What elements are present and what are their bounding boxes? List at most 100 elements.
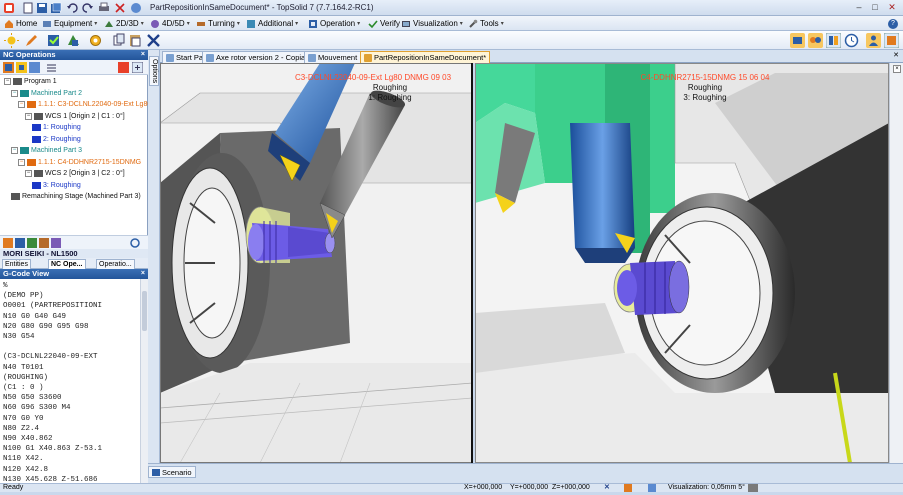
left-panel: NC Operations × − Program 1− Machined Part… [0, 50, 148, 483]
tree-node-label: 1.1.1: C3-DCLNL22040-09-Ext Lg80 DNMG [38, 101, 148, 108]
new-icon[interactable] [22, 2, 34, 14]
tree-toggle-icon[interactable]: − [11, 89, 18, 97]
menu-additional[interactable]: Additional ▾ [244, 17, 300, 30]
machine-stock-icon[interactable] [27, 238, 37, 248]
redo-icon[interactable] [82, 2, 94, 14]
tree-toggle-icon[interactable]: − [25, 112, 32, 120]
gear-check-icon[interactable] [88, 33, 103, 48]
menu-visualization[interactable]: Visualization ▾ [399, 17, 465, 30]
tree-node[interactable]: 2: Roughing [32, 135, 81, 144]
tree-toggle-icon[interactable]: − [4, 78, 11, 85]
machine-config-icon[interactable] [3, 238, 13, 248]
menu-tools[interactable]: Tools ▾ [466, 17, 506, 30]
gcode-view-close-button[interactable]: × [141, 269, 145, 279]
options-tab[interactable]: Options [149, 56, 159, 86]
tree-toggle-icon[interactable]: − [18, 158, 25, 166]
gcode-line: % [3, 282, 8, 290]
maximize-button[interactable]: □ [868, 1, 882, 14]
menu-2d3d[interactable]: 2D/3D ▾ [102, 17, 146, 30]
tree-node[interactable]: − WCS 1 [Origin 2 | C1 : 0°] [25, 112, 125, 121]
print-icon[interactable] [98, 2, 110, 14]
viewport-left-op-line1: Roughing [372, 83, 408, 92]
tab-part-reposition[interactable]: PartRepositionInSameDocument* [360, 51, 491, 63]
tree-node[interactable]: − Program 1 [4, 77, 57, 86]
tree-node[interactable]: − WCS 2 [Origin 3 | C2 : 0°] [25, 169, 125, 178]
pencil-icon[interactable] [24, 33, 39, 48]
gcode-view[interactable]: % (DEMO PP) O0001 (PARTREPOSITIONI N10 G0 G… [0, 279, 140, 483]
menu-4d5d[interactable]: 4D/5D ▾ [148, 17, 192, 30]
tab-scenario[interactable]: Scenario [148, 466, 196, 478]
clock-icon[interactable] [844, 33, 859, 48]
tab-nc-operations[interactable]: NC Ope... [48, 259, 86, 269]
machine-tool-icon[interactable] [15, 238, 25, 248]
check-document-icon[interactable] [46, 33, 61, 48]
tree-node[interactable]: − 1.1.1: C3-DCLNL22040-09-Ext Lg80 DNMG [18, 100, 148, 109]
tree-node[interactable]: 3: Roughing [32, 181, 81, 190]
menu-verify[interactable]: Verify [366, 17, 402, 30]
tree-toggle-icon[interactable]: − [11, 147, 18, 154]
tree-node[interactable]: − Machined Part 2 [11, 89, 82, 98]
tree-expand-icon[interactable] [132, 62, 143, 73]
tab-operations[interactable]: Operatio... [96, 259, 135, 269]
help-button[interactable]: ? [886, 17, 900, 30]
tree-node[interactable]: 1: Roughing [32, 123, 81, 132]
app-logo-icon[interactable] [3, 2, 15, 14]
gcode-scrollbar[interactable] [140, 279, 148, 483]
viewport-left[interactable]: C3-DCLNL22040-09-Ext Lg80 DNMG 09 03 Rou… [160, 63, 473, 463]
menu-operation[interactable]: Operation ▾ [306, 17, 362, 30]
viewport-right[interactable]: C4-DDHNR2715-15DNMG 15 06 04 Roughing 3:… [475, 63, 889, 463]
tree-node[interactable]: − 1.1.1: C4-DDHNR2715-15DNMG [18, 158, 141, 167]
close-button[interactable]: ✕ [885, 1, 899, 14]
tree-toggle-icon[interactable]: − [18, 101, 25, 108]
verify-icon [368, 19, 378, 28]
chevron-down-icon: ▾ [236, 21, 240, 27]
shape-icon[interactable] [66, 33, 81, 48]
tab-axe-rotor[interactable]: Axe rotor version 2 - Copia [202, 51, 310, 63]
gcode-line: N80 Z2.4 [3, 424, 40, 433]
tree-list-icon[interactable] [46, 62, 57, 73]
tab-entities[interactable]: Entities [2, 259, 31, 269]
paste-icon[interactable] [128, 33, 143, 48]
layout-icon[interactable] [826, 33, 841, 48]
delete-icon[interactable] [146, 33, 161, 48]
document-icon [364, 53, 372, 62]
menu-home[interactable]: Home [2, 17, 39, 30]
viewport-right-tool-label: C4-DDHNR2715-15DNMG 15 06 04 [640, 73, 770, 82]
tree-node[interactable]: Remachining Stage (Machined Part 3) [11, 192, 141, 201]
lathe-scene-left [160, 63, 471, 463]
tree-node[interactable]: − Machined Part 3 [11, 146, 82, 155]
delete-icon[interactable] [114, 2, 126, 14]
multi-view-icon[interactable] [808, 33, 823, 48]
tree-filter-icon[interactable] [16, 62, 27, 73]
menu-equipment[interactable]: Equipment ▾ [40, 17, 99, 30]
tools-icon [469, 19, 478, 28]
copy-icon[interactable] [112, 33, 127, 48]
tree-operations-icon[interactable] [3, 62, 14, 73]
machine-fixture-icon[interactable] [51, 238, 61, 248]
gcode-scroll-thumb[interactable] [142, 291, 147, 331]
tabs-close-icon[interactable]: ✕ [893, 51, 899, 59]
sun-icon[interactable] [4, 33, 19, 48]
tab-nc-operations-label: NC Ope... [51, 261, 83, 268]
minimize-button[interactable]: – [852, 1, 866, 14]
viewport-left-op-line2: 1: Roughing [368, 93, 412, 102]
tree-move-icon[interactable] [118, 62, 129, 73]
settings-icon[interactable] [884, 33, 899, 48]
view-mode-icon[interactable] [790, 33, 805, 48]
menu-turning[interactable]: Turning ▾ [194, 17, 242, 30]
machine-part-icon[interactable] [39, 238, 49, 248]
tree-toggle-icon[interactable]: − [25, 170, 32, 177]
save-icon[interactable] [36, 2, 48, 14]
undo-icon[interactable] [66, 2, 78, 14]
user-icon[interactable] [866, 33, 881, 48]
machine-refresh-icon[interactable] [130, 238, 140, 248]
help-topics-icon[interactable] [130, 2, 142, 14]
nc-operations-close-button[interactable]: × [141, 50, 145, 60]
viewport-close-icon[interactable]: × [893, 65, 901, 73]
tree-group-icon[interactable] [29, 62, 40, 73]
tab-mouvement[interactable]: Mouvement [304, 51, 362, 63]
gcode-line: N40 T0101 [3, 363, 44, 372]
viewport-scrollbar[interactable]: × [889, 63, 903, 463]
save-all-icon[interactable] [50, 2, 62, 14]
menu-operation-label: Operation [320, 19, 356, 28]
